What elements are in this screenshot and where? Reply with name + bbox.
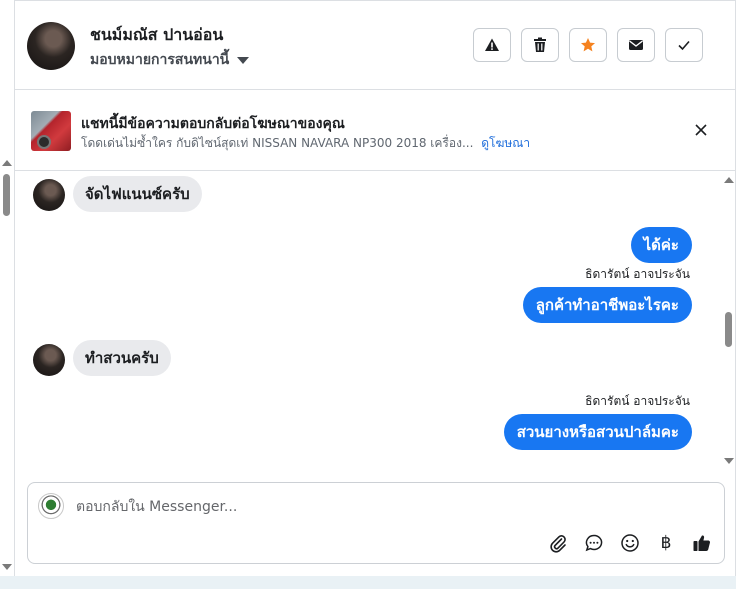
assign-label: มอบหมายการสนทนานี้ bbox=[90, 52, 230, 68]
ad-description: โดดเด่นไม่ซ้ำใคร กับดิไซน์สุดเท่ NISSAN … bbox=[81, 136, 474, 150]
mark-unread-button[interactable] bbox=[617, 28, 655, 62]
payment-button[interactable]: ฿ bbox=[654, 531, 678, 555]
close-banner-button[interactable] bbox=[691, 120, 711, 140]
report-spam-button[interactable] bbox=[473, 28, 511, 62]
baht-icon: ฿ bbox=[660, 533, 672, 553]
chat-scrollbar-thumb[interactable] bbox=[725, 312, 732, 347]
star-icon bbox=[581, 38, 595, 52]
conversation-header: ชนม์มณัส ปานอ่อน มอบหมายการสนทนานี้ bbox=[15, 1, 735, 90]
scroll-down-arrow-icon[interactable] bbox=[2, 564, 12, 570]
star-button[interactable] bbox=[569, 28, 607, 62]
contact-avatar[interactable] bbox=[27, 22, 75, 70]
outgoing-message: สวนยางหรือสวนปาล์มคะ bbox=[503, 414, 692, 450]
message-list[interactable]: จัดไฟแนนซ์ครับ ได้ค่ะ ธิดารัตน์ อาจประจั… bbox=[15, 171, 721, 469]
delete-button[interactable] bbox=[521, 28, 559, 62]
reply-composer: ฿ bbox=[27, 482, 725, 564]
ad-banner-title: แชทนี้มีข้อความตอบกลับต่อโฆษณาของคุณ bbox=[81, 116, 345, 132]
saved-replies-button[interactable] bbox=[582, 531, 606, 555]
mark-done-button[interactable] bbox=[665, 28, 703, 62]
incoming-message: จัดไฟแนนซ์ครับ bbox=[73, 176, 202, 212]
caret-down-icon bbox=[237, 56, 250, 64]
contact-avatar-small bbox=[33, 179, 65, 211]
bottom-strip bbox=[0, 576, 736, 589]
reply-input[interactable] bbox=[76, 496, 676, 518]
speech-bubble-icon bbox=[585, 534, 603, 552]
page-scrollbar[interactable] bbox=[0, 160, 14, 576]
emoji-button[interactable] bbox=[618, 531, 642, 555]
mail-icon bbox=[629, 40, 643, 50]
sender-name: ธิดารัตน์ อาจประจัน bbox=[585, 394, 690, 408]
outgoing-message: ลูกค้าทำอาชีพอะไรคะ bbox=[522, 287, 692, 323]
scroll-up-arrow-icon[interactable] bbox=[2, 160, 12, 166]
check-icon bbox=[678, 40, 690, 51]
close-icon bbox=[695, 124, 707, 136]
sender-name: ธิดารัตน์ อาจประจัน bbox=[585, 267, 690, 281]
chat-scrollbar[interactable] bbox=[722, 171, 736, 469]
thumbs-up-icon bbox=[693, 535, 711, 551]
attach-file-button[interactable] bbox=[546, 531, 570, 555]
smiley-icon bbox=[621, 534, 639, 552]
trash-icon bbox=[534, 37, 546, 52]
like-button[interactable] bbox=[690, 531, 714, 555]
ad-banner-subtitle: โดดเด่นไม่ซ้ำใคร กับดิไซน์สุดเท่ NISSAN … bbox=[81, 134, 530, 153]
incoming-message: ทำสวนครับ bbox=[73, 340, 171, 376]
scrollbar-thumb[interactable] bbox=[3, 174, 10, 216]
scroll-up-arrow-icon[interactable] bbox=[724, 177, 734, 183]
warning-icon bbox=[485, 38, 499, 51]
view-ad-link[interactable]: ดูโฆษณา bbox=[481, 136, 530, 150]
ad-reply-banner: แชทนี้มีข้อความตอบกลับต่อโฆษณาของคุณ โดด… bbox=[15, 90, 735, 171]
paperclip-icon bbox=[550, 535, 566, 553]
ad-thumbnail[interactable] bbox=[31, 111, 71, 151]
outgoing-message: ได้ค่ะ bbox=[630, 227, 692, 263]
contact-avatar-small bbox=[33, 344, 65, 376]
contact-name: ชนม์มณัส ปานอ่อน bbox=[90, 25, 224, 44]
car-wheel bbox=[37, 135, 51, 149]
scroll-down-arrow-icon[interactable] bbox=[724, 458, 734, 464]
assign-conversation-dropdown[interactable]: มอบหมายการสนทนานี้ bbox=[90, 49, 250, 71]
page-avatar bbox=[38, 493, 64, 519]
